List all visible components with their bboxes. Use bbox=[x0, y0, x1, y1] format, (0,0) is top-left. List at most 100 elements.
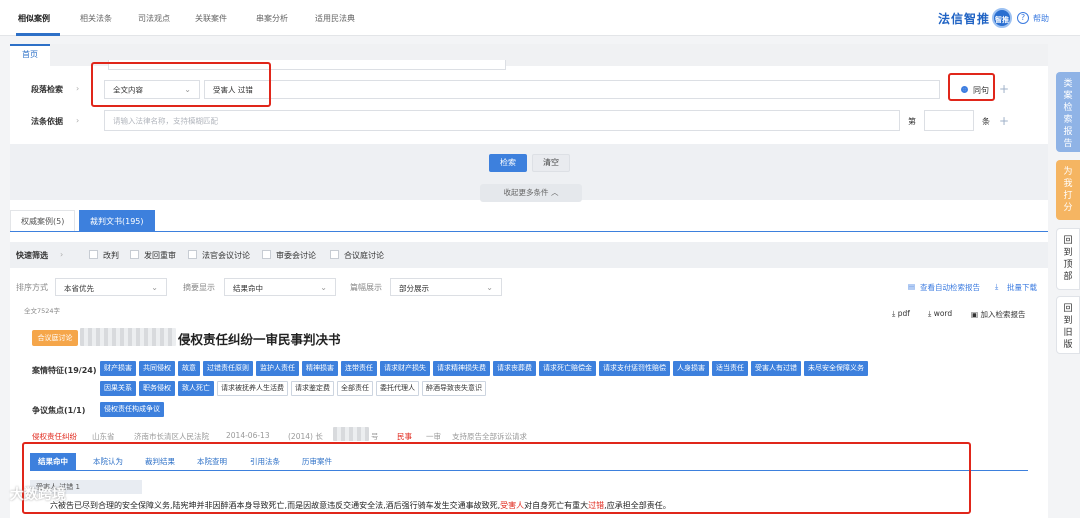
case-cause[interactable]: 侵权责任纠纷 bbox=[32, 431, 77, 442]
add-keyword-icon[interactable]: + bbox=[999, 83, 1009, 95]
case-feature-chip[interactable]: 醉酒导致丧失意识 bbox=[422, 381, 486, 396]
law-basis-label: 法条依据 bbox=[31, 117, 63, 126]
keyword-input[interactable]: 受害人 过错 bbox=[204, 80, 940, 99]
filter-checkbox-panel[interactable] bbox=[330, 250, 339, 259]
chevron-down-icon: ⌄ bbox=[151, 283, 158, 292]
tab-authoritative-cases[interactable]: 权威案例(5) bbox=[10, 210, 76, 232]
filter-checkbox-committee[interactable] bbox=[262, 250, 271, 259]
quick-filter-label: 快速筛选 bbox=[16, 251, 48, 260]
rate-me-button[interactable]: 为我打分 bbox=[1056, 160, 1080, 220]
similar-case-report-button[interactable]: 类案检索报告 bbox=[1056, 72, 1080, 152]
robot-icon: 智推 bbox=[992, 8, 1012, 28]
word-download-link[interactable]: ⤓ word bbox=[928, 309, 952, 319]
sort-select-value: 本省优先 bbox=[64, 284, 94, 293]
filter-checkbox-judge-meeting[interactable] bbox=[188, 250, 197, 259]
dispute-focus-chip[interactable]: 侵权责任构成争议 bbox=[100, 402, 164, 417]
case-feature-chip[interactable]: 请求支付惩罚性赔偿 bbox=[599, 361, 670, 376]
case-feature-chip[interactable]: 未尽安全保障义务 bbox=[804, 361, 868, 376]
add-law-icon[interactable]: + bbox=[999, 115, 1009, 127]
nav-tab-series-analysis[interactable]: 串案分析 bbox=[256, 13, 288, 24]
case-feature-chip[interactable]: 因果关系 bbox=[100, 381, 136, 396]
case-feature-chip[interactable]: 精神损害 bbox=[302, 361, 338, 376]
sort-label: 排序方式 bbox=[16, 283, 48, 292]
collapse-conditions-button[interactable]: 收起更多条件 ︿ bbox=[480, 184, 582, 202]
article-prefix: 第 bbox=[908, 117, 916, 126]
add-to-report-link[interactable]: ▣ 加入检索报告 bbox=[971, 309, 1025, 320]
document-title[interactable]: 侵权责任纠纷一审民事判决书 bbox=[178, 329, 341, 348]
batch-download-link[interactable]: 批量下载 bbox=[1007, 282, 1037, 293]
length-label: 篇幅展示 bbox=[350, 283, 382, 292]
chevron-down-icon: ⌄ bbox=[486, 283, 493, 292]
case-feature-chip[interactable]: 请求精神损失费 bbox=[433, 361, 490, 376]
case-feature-chip[interactable]: 故意 bbox=[178, 361, 200, 376]
pdf-label: pdf bbox=[897, 309, 910, 318]
annotation-highlight-result bbox=[22, 442, 971, 514]
filter-checkbox-retrial[interactable] bbox=[130, 250, 139, 259]
case-feature-chip[interactable]: 请求被抚养人生活费 bbox=[217, 381, 288, 396]
article-number-input[interactable] bbox=[924, 110, 974, 131]
filter-label-panel: 合议庭讨论 bbox=[344, 251, 384, 260]
paragraph-search-label: 段落检索 bbox=[31, 85, 63, 94]
case-feature-chip[interactable]: 共同侵权 bbox=[139, 361, 175, 376]
filter-checkbox-reversed[interactable] bbox=[89, 250, 98, 259]
case-feature-chip[interactable]: 连带责任 bbox=[341, 361, 377, 376]
tab-home[interactable]: 首页 bbox=[10, 44, 50, 66]
redacted-title-part bbox=[80, 328, 176, 346]
case-number-prefix: (2014) 长 bbox=[288, 432, 323, 441]
case-feature-chip[interactable]: 致人死亡 bbox=[178, 381, 214, 396]
dispute-focus-label: 争议焦点(1/1) bbox=[32, 406, 86, 415]
search-button[interactable]: 检索 bbox=[489, 154, 527, 172]
case-feature-chip[interactable]: 请求鉴定费 bbox=[291, 381, 334, 396]
word-label: word bbox=[933, 309, 953, 318]
case-feature-chip[interactable]: 委托代理人 bbox=[376, 381, 419, 396]
case-feature-chip[interactable]: 过错责任原则 bbox=[203, 361, 253, 376]
length-select[interactable]: 部分展示 ⌄ bbox=[390, 278, 502, 296]
nav-tab-related-laws[interactable]: 相关法条 bbox=[80, 13, 112, 24]
panel-discussion-badge: 合议庭讨论 bbox=[32, 330, 78, 346]
watermark-logo: 大数跨境 bbox=[10, 487, 66, 503]
add-to-report-label: 加入检索报告 bbox=[980, 310, 1026, 319]
case-level: 一审 bbox=[426, 432, 441, 441]
filter-label-committee: 审委会讨论 bbox=[276, 251, 316, 260]
pdf-download-link[interactable]: ⤓ pdf bbox=[892, 309, 910, 319]
download-icon: ⤓ bbox=[995, 282, 999, 291]
case-feature-chip[interactable]: 受害人有过错 bbox=[751, 361, 801, 376]
case-feature-chip[interactable]: 全部责任 bbox=[337, 381, 373, 396]
sort-select[interactable]: 本省优先 ⌄ bbox=[55, 278, 167, 296]
app-root: 相似案例 相关法条 司法观点 关联案件 串案分析 适用民法典 法信智推 智推 ?… bbox=[0, 0, 1080, 518]
case-feature-chip[interactable]: 监护人责任 bbox=[256, 361, 299, 376]
nav-tab-similar-cases[interactable]: 相似案例 bbox=[18, 13, 50, 24]
nav-tab-civil-code[interactable]: 适用民法典 bbox=[315, 13, 355, 24]
nav-tab-related-cases[interactable]: 关联案件 bbox=[195, 13, 227, 24]
side-label-report: 类案检索报告 bbox=[1063, 79, 1073, 149]
back-to-top-button[interactable]: 回到顶部 bbox=[1056, 228, 1080, 290]
case-type: 民事 bbox=[397, 432, 412, 441]
annotation-highlight-option bbox=[948, 73, 995, 101]
case-court: 济南市长清区人民法院 bbox=[134, 432, 209, 441]
tab-judgment-documents[interactable]: 裁判文书(195) bbox=[79, 210, 155, 232]
old-version-button[interactable]: 回到旧版 bbox=[1056, 296, 1080, 354]
chevron-right-icon: › bbox=[76, 116, 80, 125]
nav-tab-judicial-views[interactable]: 司法观点 bbox=[138, 13, 170, 24]
case-number-suffix: 号 bbox=[371, 432, 379, 441]
chevron-up-icon: ︿ bbox=[550, 188, 559, 197]
chevron-right-icon: › bbox=[60, 250, 64, 259]
view-report-link[interactable]: 查看自动检索报告 bbox=[920, 282, 980, 293]
summary-select[interactable]: 结果命中 ⌄ bbox=[224, 278, 336, 296]
length-select-value: 部分展示 bbox=[399, 284, 429, 293]
case-feature-chip[interactable]: 请求丧葬费 bbox=[493, 361, 536, 376]
case-province: 山东省 bbox=[92, 432, 115, 441]
case-features-label: 案情特征(19/24) bbox=[32, 366, 97, 375]
law-input[interactable]: 请输入法律名称，支持模糊匹配 bbox=[104, 110, 900, 131]
case-feature-chip[interactable]: 适当责任 bbox=[712, 361, 748, 376]
case-feature-chip[interactable]: 请求财产损失 bbox=[380, 361, 430, 376]
help-link[interactable]: 帮助 bbox=[1033, 13, 1049, 24]
case-feature-chip[interactable]: 财产损害 bbox=[100, 361, 136, 376]
help-icon[interactable]: ? bbox=[1017, 12, 1029, 24]
summary-label: 摘要显示 bbox=[183, 283, 215, 292]
chevron-right-icon: › bbox=[76, 84, 80, 93]
case-feature-chip[interactable]: 请求死亡赔偿金 bbox=[539, 361, 596, 376]
case-feature-chip[interactable]: 人身损害 bbox=[673, 361, 709, 376]
clear-button[interactable]: 清空 bbox=[532, 154, 570, 172]
case-feature-chip[interactable]: 职务侵权 bbox=[139, 381, 175, 396]
